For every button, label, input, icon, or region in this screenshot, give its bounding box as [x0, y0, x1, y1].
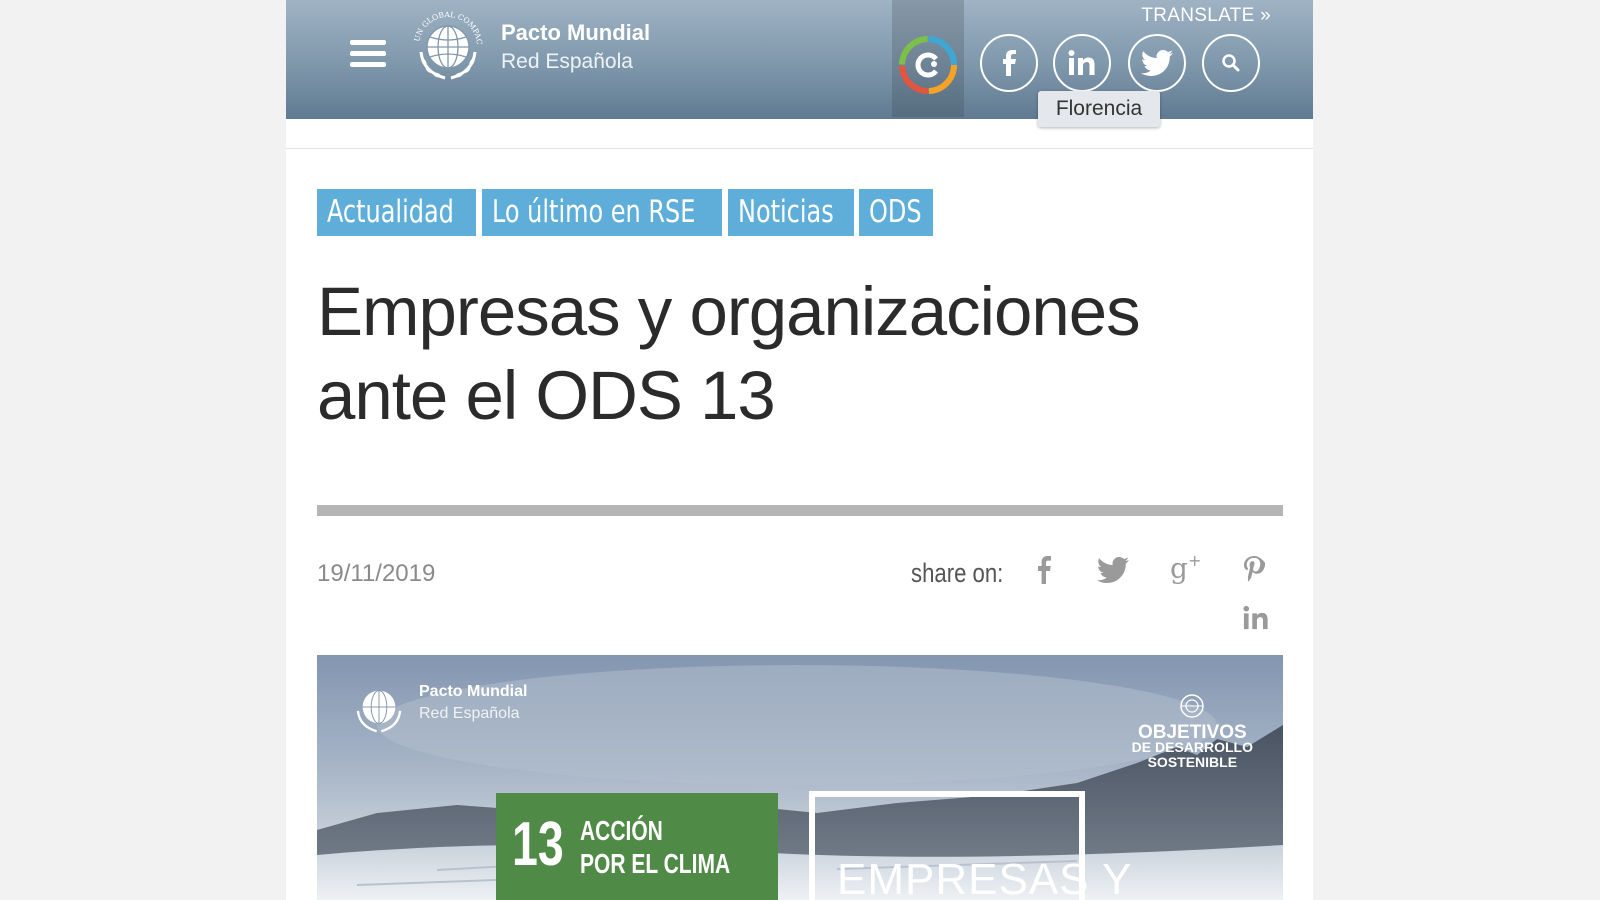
brand-subtitle[interactable]: Red Española	[501, 50, 633, 74]
svg-text:+: +	[1188, 552, 1201, 570]
header-divider	[286, 148, 1313, 149]
linkedin-icon	[1068, 50, 1095, 75]
tag-label: Noticias	[738, 194, 834, 230]
linkedin-button[interactable]	[1053, 34, 1111, 92]
tooltip: Florencia	[1038, 91, 1160, 127]
tag-label: Lo último en RSE	[492, 194, 696, 230]
share-label: share on:	[911, 558, 1004, 588]
sdg-logo: OBJETIVOS DE DESARROLLO SOSTENIBLE	[1132, 693, 1253, 770]
article-date: 19/11/2019	[317, 560, 436, 587]
goal-number: 13	[512, 810, 564, 879]
un-global-compact-logo[interactable]: UN GLOBAL COMPACT	[407, 6, 489, 88]
share-pinterest-icon[interactable]	[1243, 556, 1265, 584]
page: UN GLOBAL COMPACT Pacto Mundial Red Espa…	[286, 0, 1313, 900]
facebook-icon	[1003, 50, 1016, 76]
evaluation-button[interactable]	[892, 0, 964, 117]
svg-text:g: g	[1170, 552, 1188, 585]
search-button[interactable]	[1202, 34, 1260, 92]
article-title: Empresas y organizaciones ante el ODS 13	[317, 270, 1277, 438]
search-icon	[1222, 54, 1240, 72]
goal-title-line1: ACCIÓN	[580, 815, 663, 846]
hero-image: Pacto Mundial Red Española OBJETIVOS DE …	[317, 655, 1283, 900]
hero-frame-text: EMPRESAS Y	[837, 855, 1133, 900]
facebook-button[interactable]	[980, 34, 1038, 92]
title-separator	[317, 505, 1283, 516]
share-facebook-icon[interactable]	[1036, 556, 1052, 584]
tag-noticias[interactable]: Noticias	[728, 189, 854, 236]
un-emblem-icon	[1180, 694, 1205, 718]
share-twitter-icon[interactable]	[1097, 557, 1129, 583]
tag-lo-ultimo-en-rse[interactable]: Lo último en RSE	[482, 189, 722, 236]
translate-link[interactable]: TRANSLATE »	[1141, 5, 1271, 27]
article-title-line2: ante el ODS 13	[317, 357, 776, 434]
tag-label: ODS	[869, 194, 922, 230]
circular-progress-icon	[899, 36, 957, 94]
sdg-line2: DE DESARROLLO	[1131, 739, 1253, 755]
hero-brand-name: Pacto Mundial	[419, 683, 528, 700]
hero-un-global-compact-logo	[356, 690, 402, 733]
sdg-line1: OBJETIVOS	[1137, 722, 1247, 743]
twitter-button[interactable]	[1128, 34, 1186, 92]
share-google-plus-icon[interactable]: g +	[1170, 552, 1206, 586]
menu-icon[interactable]	[350, 40, 386, 68]
tag-ods[interactable]: ODS	[859, 189, 933, 236]
hero-brand-subtitle: Red Española	[419, 705, 520, 722]
share-linkedin-icon[interactable]	[1242, 605, 1270, 631]
tag-actualidad[interactable]: Actualidad	[317, 189, 476, 236]
goal-13-badge: 13 ACCIÓN POR EL CLIMA	[496, 793, 778, 900]
article-title-line1: Empresas y organizaciones	[317, 273, 1141, 350]
goal-title-line2: POR EL CLIMA	[580, 848, 731, 879]
sdg-line3: SOSTENIBLE	[1147, 754, 1238, 770]
brand-name[interactable]: Pacto Mundial	[501, 20, 650, 46]
twitter-icon	[1141, 50, 1173, 76]
tag-label: Actualidad	[327, 194, 454, 230]
